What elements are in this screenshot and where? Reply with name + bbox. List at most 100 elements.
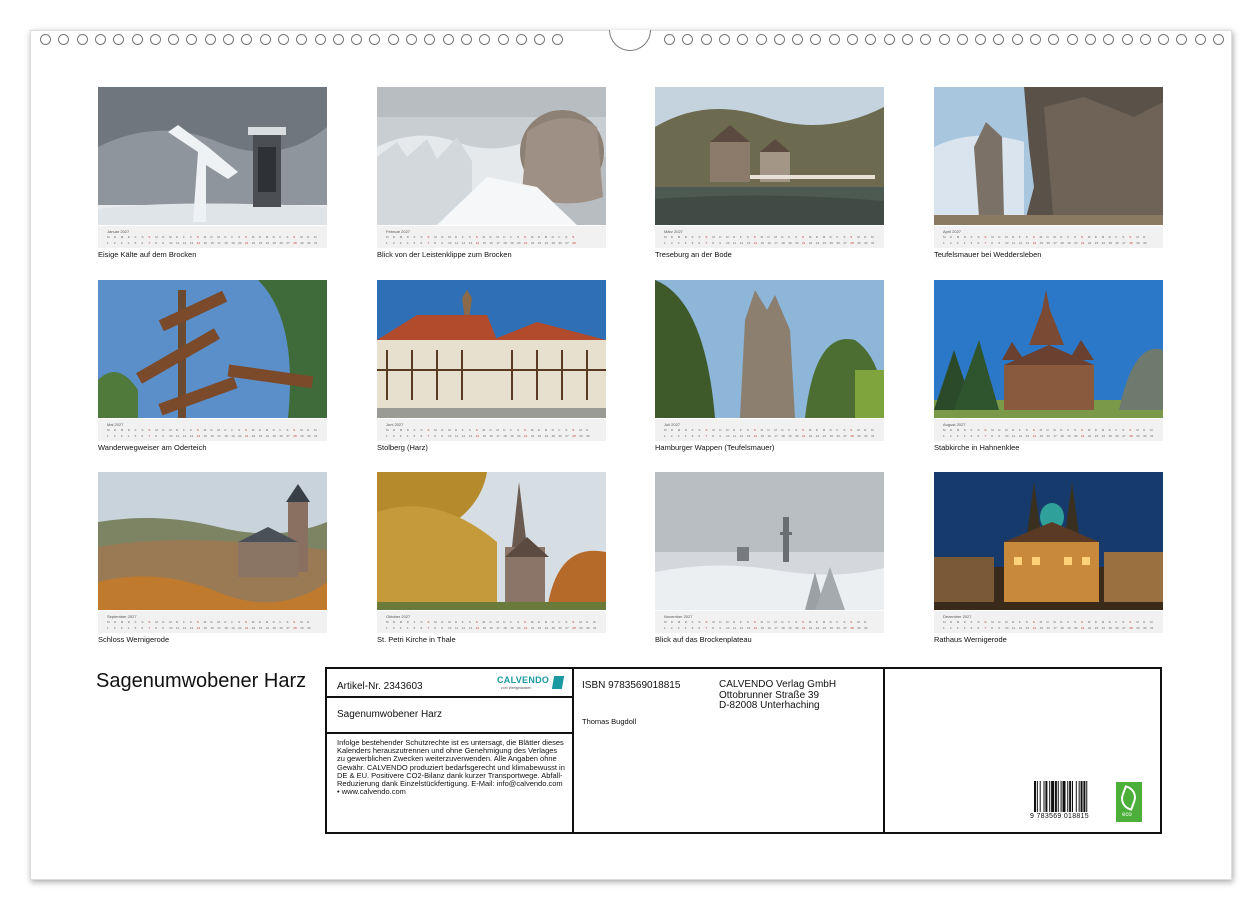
day-calendar-strip: Mai 2027 M D M D F S S M D M D F S S M D M D F S S M D M D F S S M D M 1…	[98, 419, 327, 441]
isbn: ISBN 9783569018815	[582, 680, 681, 691]
day-calendar-strip: Dezember 2027 M D M D F S S M D M D F S S M D M D F S S M D M D F S…	[934, 611, 1163, 633]
binding-hole	[700, 34, 712, 45]
month-photo	[377, 472, 606, 610]
month-photo	[655, 87, 884, 225]
binding-hole	[975, 34, 987, 45]
binding-hole	[755, 34, 767, 45]
month-caption: Blick auf das Brockenplateau	[655, 635, 752, 644]
day-calendar-strip: Juli 2027 M D M D F S S M D M D F S S M D M D F S S M D M D F S S M D M…	[655, 419, 884, 441]
binding-hole	[94, 34, 106, 45]
eco-label: eco	[1122, 812, 1132, 818]
month-panel: Februar 2027 M D M D F S S M D M D F S S M D M D F S S M D M D F S S…	[377, 87, 606, 259]
day-number-row: 1 2 3 4 5 6 7 8 9 10 11 12 13 14 15 16 17 18 19 20 21 22 23 24 2…	[664, 434, 875, 438]
weekday-row: MDMDFSSMDMDFSSMDMDFSSMDMDFSSMD	[386, 428, 589, 432]
day-calendar-strip: September 2027 M D M D F S S M D M D F S S M D M D F S S M D M D F…	[98, 611, 327, 633]
binding-hole	[1158, 34, 1170, 45]
calendar-title: Sagenumwobener Harz	[96, 670, 307, 692]
month-photo	[377, 87, 606, 225]
info-box: Artikel-Nr. 2343603 CALVENDO zum Wertged…	[325, 667, 1162, 834]
binding-hole	[901, 34, 913, 45]
month-photo	[934, 280, 1163, 418]
day-number-row: 1 2 3 4 5 6 7 8 9 10 11 12 13 14 15 16 17 18 19 20 21 22 23 24 2…	[107, 434, 318, 438]
binding-hole	[479, 34, 491, 45]
month-panel: Juli 2027 M D M D F S S M D M D F S S M D M D F S S M D M D F S S M D M…	[655, 280, 884, 452]
day-calendar-strip: November 2027 M D M D F S S M D M D F S S M D M D F S S M D M D F S…	[655, 611, 884, 633]
binding-hole	[792, 34, 804, 45]
month-panel: März 2027 M D M D F S S M D M D F S S M D M D F S S M D M D F S S M D M…	[655, 87, 884, 259]
weekday-row: MDMDFSSMDMDFSSMDMDFSSMDMDFSSMDM	[943, 428, 1153, 432]
month-label: Juni 2027	[386, 422, 404, 427]
month-panel: September 2027 M D M D F S S M D M D F S S M D M D F S S M D M D F…	[98, 472, 327, 644]
logo-mark-icon	[551, 676, 565, 689]
day-number-row: 1 2 3 4 5 6 7 8 9 10 11 12 13 14 15 16 17 18 19 20 21 22 23 24 2…	[943, 626, 1154, 630]
binding-hole	[332, 34, 344, 45]
binding-hole	[1011, 34, 1023, 45]
binding-hole	[314, 34, 326, 45]
binding-hole	[1084, 34, 1096, 45]
month-label: September 2027	[107, 614, 137, 619]
binding-hole	[223, 34, 234, 45]
binding-hole	[76, 34, 88, 45]
month-panel: Mai 2027 M D M D F S S M D M D F S S M D M D F S S M D M D F S S M D M 1…	[98, 280, 327, 452]
day-number-row: 1 2 3 4 5 6 7 8 9 10 11 12 13 14 15 16 17 18 19 20 21 22 23 24 2…	[943, 241, 1147, 245]
binding-hole	[938, 34, 950, 45]
day-number-row: 1 2 3 4 5 6 7 8 9 10 11 12 13 14 15 16 17 18 19 20 21 22 23 24 2…	[664, 241, 875, 245]
weekday-row: MDMDFSSMDMDFSSMDMDFSSMDMDFSS	[386, 235, 575, 239]
binding-hole	[113, 34, 125, 45]
binding-hole	[277, 34, 289, 45]
month-photo	[98, 472, 327, 610]
month-label: März 2027	[664, 229, 683, 234]
binding-hole	[1194, 34, 1206, 45]
binding-hole	[773, 34, 785, 45]
binding-hole	[241, 34, 253, 45]
day-number-row: 1 2 3 4 5 6 7 8 9 10 11 12 13 14 15 16 17 18 19 20 21 22 23 24 2…	[386, 626, 597, 630]
binding-hole	[1103, 34, 1115, 45]
publisher-address: CALVENDO Verlag GmbH Ottobrunner Straße …	[719, 679, 836, 712]
month-caption: Rathaus Wernigerode	[934, 635, 1007, 644]
day-number-row: 1 2 3 4 5 6 7 8 9 10 11 12 13 14 15 16 17 18 19 20 21 22 23 24 2…	[386, 434, 590, 438]
subtitle: Sagenumwobener Harz	[337, 709, 443, 720]
month-caption: Hamburger Wappen (Teufelsmauer)	[655, 443, 775, 452]
weekday-row: MDMDFSSMDMDFSSMDMDFSSMDMDFSSMD	[943, 235, 1146, 239]
binding-hole	[442, 34, 454, 45]
weekday-row: MDMDFSSMDMDFSSMDMDFSSMDMDFSSMDM	[664, 428, 874, 432]
barcode-digits: 9 783569 018815	[1030, 813, 1089, 820]
binding-hole	[497, 34, 509, 45]
binding-hole	[810, 34, 822, 45]
month-photo	[655, 280, 884, 418]
author: Thomas Bugdoll	[582, 717, 637, 726]
binding-hole	[1030, 34, 1041, 45]
day-calendar-strip: Januar 2027 M D M D F S S M D M D F S S M D M D F S S M D M D F S S M…	[98, 226, 327, 248]
day-number-row: 1 2 3 4 5 6 7 8 9 10 11 12 13 14 15 16 17 18 19 20 21 22 23 24 2…	[943, 434, 1154, 438]
month-panel: Juni 2027 M D M D F S S M D M D F S S M D M D F S S M D M D F S S M D 1…	[377, 280, 606, 452]
month-caption: Stolberg (Harz)	[377, 443, 428, 452]
month-photo	[655, 472, 884, 610]
binding-hole	[993, 34, 1005, 45]
day-number-row: 1 2 3 4 5 6 7 8 9 10 11 12 13 14 15 16 17 18 19 20 21 22 23 24 2…	[664, 626, 868, 630]
month-label: April 2027	[943, 229, 962, 234]
binding-hole	[682, 34, 694, 45]
month-label: Februar 2027	[386, 229, 411, 234]
binding-hole	[956, 34, 968, 45]
month-panel: Januar 2027 M D M D F S S M D M D F S S M D M D F S S M D M D F S S M…	[98, 87, 327, 259]
month-photo	[934, 87, 1163, 225]
month-photo	[934, 472, 1163, 610]
day-calendar-strip: März 2027 M D M D F S S M D M D F S S M D M D F S S M D M D F S S M D M…	[655, 226, 884, 248]
month-panel: Oktober 2027 M D M D F S S M D M D F S S M D M D F S S M D M D F S S…	[377, 472, 606, 644]
binding-hole	[1066, 34, 1078, 45]
month-caption: Treseburg an der Bode	[655, 250, 732, 259]
binding-hole	[387, 34, 399, 45]
binding-hole	[351, 34, 363, 45]
binding-hole	[534, 34, 546, 45]
binding-hole	[149, 34, 161, 45]
binding-hole	[204, 34, 216, 45]
barcode-bars	[1034, 781, 1088, 812]
month-label: Juli 2027	[664, 422, 681, 427]
month-panel: August 2027 M D M D F S S M D M D F S S M D M D F S S M D M D F S S M…	[934, 280, 1163, 452]
binding-hole	[515, 34, 527, 45]
binding-hole	[259, 34, 271, 45]
day-calendar-strip: Februar 2027 M D M D F S S M D M D F S S M D M D F S S M D M D F S S…	[377, 226, 606, 248]
month-caption: St. Petri Kirche in Thale	[377, 635, 456, 644]
month-caption: Blick von der Leistenklippe zum Brocken	[377, 250, 512, 259]
eco-badge: eco	[1116, 782, 1142, 822]
